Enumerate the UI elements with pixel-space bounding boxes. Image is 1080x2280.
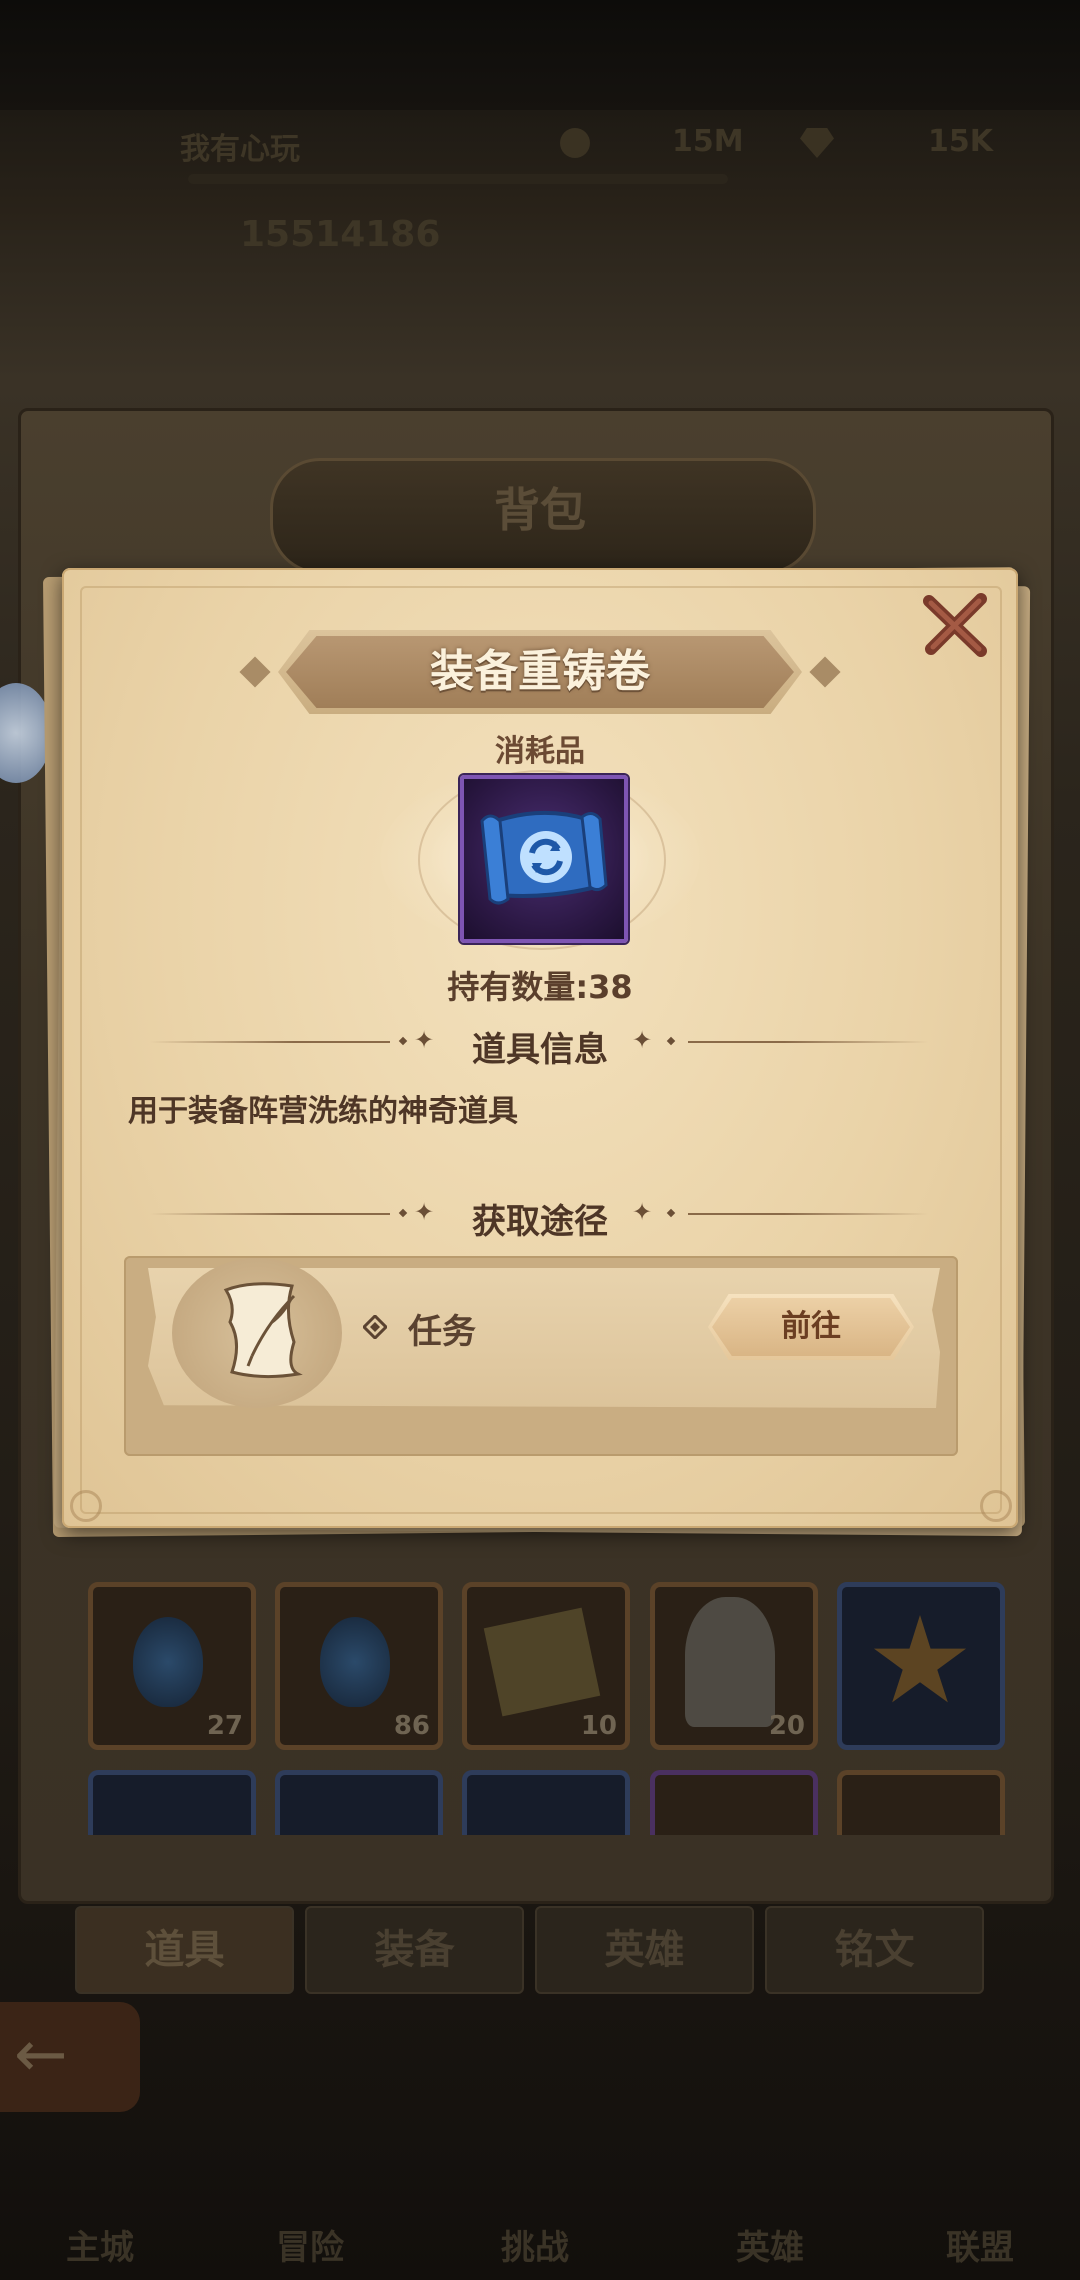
bag-item-slot[interactable] bbox=[650, 1770, 818, 1835]
item-count: 20 bbox=[768, 1711, 805, 1741]
gold-coin-icon bbox=[560, 128, 590, 158]
item-description: 用于装备阵营洗练的神奇道具 bbox=[128, 1094, 518, 1129]
sparkle-icon: ✦ bbox=[632, 1026, 653, 1054]
item-quantity: 持有数量:38 bbox=[447, 968, 633, 1006]
blue-flame-icon bbox=[320, 1617, 390, 1707]
exp-bar bbox=[188, 174, 728, 184]
bag-tab-bar: 道具 装备 英雄 铭文 bbox=[75, 1906, 995, 1994]
diamond-bullet-icon bbox=[361, 1313, 389, 1341]
gold-amount: 15M bbox=[672, 124, 744, 159]
nav-challenge[interactable]: 挑战 bbox=[455, 2220, 615, 2269]
bag-item-slot[interactable] bbox=[837, 1582, 1005, 1750]
divider-line bbox=[150, 1041, 390, 1043]
bag-item-slot[interactable]: 27 bbox=[88, 1582, 256, 1750]
nav-main-city[interactable]: 主城 bbox=[20, 2220, 180, 2269]
source-label: 任务 bbox=[408, 1312, 476, 1352]
item-count: 10 bbox=[580, 1711, 617, 1741]
quest-scroll-icon bbox=[212, 1272, 312, 1382]
corner-ornament bbox=[980, 1490, 1012, 1522]
item-name: 装备重铸卷 bbox=[430, 646, 650, 697]
back-arrow-icon: ← bbox=[14, 2018, 68, 2092]
tab-inscriptions[interactable]: 铭文 bbox=[765, 1906, 984, 1994]
item-count: 86 bbox=[393, 1711, 430, 1741]
hud-bar: 我有心玩 15M 15K 15514186 bbox=[0, 110, 1080, 255]
player-name: 我有心玩 bbox=[180, 132, 300, 167]
bag-title: 背包 bbox=[494, 483, 586, 537]
sparkle-icon: ✦ bbox=[414, 1026, 435, 1054]
tab-equipment[interactable]: 装备 bbox=[305, 1906, 524, 1994]
bag-item-slot[interactable]: 20 bbox=[650, 1582, 818, 1750]
recast-scroll-icon bbox=[480, 810, 608, 905]
close-button[interactable] bbox=[915, 585, 995, 665]
bag-item-slot[interactable] bbox=[275, 1770, 443, 1835]
tab-items[interactable]: 道具 bbox=[75, 1906, 294, 1994]
info-section-title: 道具信息 bbox=[472, 1030, 608, 1070]
gem-icon bbox=[800, 128, 834, 158]
item-count: 27 bbox=[206, 1711, 243, 1741]
goto-button-label[interactable]: 前往 bbox=[708, 1294, 914, 1360]
bottom-nav: 主城 冒险 挑战 英雄 联盟 bbox=[0, 2170, 1080, 2280]
sparkle-icon: ✦ bbox=[632, 1198, 653, 1226]
sparkle-icon: ✦ bbox=[414, 1198, 435, 1226]
gem-amount: 15K bbox=[928, 124, 993, 159]
hero-portrait-icon bbox=[685, 1597, 775, 1727]
nav-alliance[interactable]: 联盟 bbox=[900, 2220, 1060, 2269]
corner-ornament bbox=[70, 1490, 102, 1522]
source-section-title: 获取途径 bbox=[472, 1202, 608, 1242]
nav-heroes[interactable]: 英雄 bbox=[690, 2220, 850, 2269]
star-crystal-icon bbox=[873, 1615, 967, 1703]
item-category: 消耗品 bbox=[495, 734, 585, 769]
bag-item-slot[interactable] bbox=[88, 1770, 256, 1835]
bag-item-slot[interactable]: 86 bbox=[275, 1582, 443, 1750]
bag-item-slot[interactable] bbox=[462, 1770, 630, 1835]
blue-flame-icon bbox=[133, 1617, 203, 1707]
divider-line bbox=[688, 1213, 928, 1215]
nav-adventure[interactable]: 冒险 bbox=[230, 2220, 390, 2269]
divider-line bbox=[150, 1213, 390, 1215]
scroll-paper-icon bbox=[483, 1607, 601, 1717]
bag-item-slot[interactable]: 10 bbox=[462, 1582, 630, 1750]
divider-line bbox=[688, 1041, 928, 1043]
tab-heroes[interactable]: 英雄 bbox=[535, 1906, 754, 1994]
bag-item-slot[interactable] bbox=[837, 1770, 1005, 1835]
power-value: 15514186 bbox=[240, 214, 441, 255]
item-icon-frame bbox=[460, 775, 628, 943]
close-icon bbox=[923, 593, 987, 657]
